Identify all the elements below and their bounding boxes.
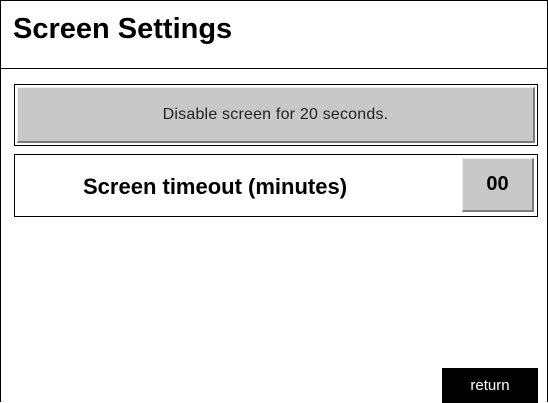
- title-bar: Screen Settings: [1, 1, 547, 69]
- screen-timeout-value-button[interactable]: 00: [462, 158, 534, 212]
- disable-screen-button[interactable]: Disable screen for 20 seconds.: [14, 84, 538, 146]
- disable-screen-button-label: Disable screen for 20 seconds.: [17, 87, 535, 143]
- return-button[interactable]: return: [442, 368, 538, 403]
- screen-timeout-row: Screen timeout (minutes) 00: [14, 154, 538, 217]
- page-title: Screen Settings: [13, 13, 233, 45]
- screen-timeout-label: Screen timeout (minutes): [83, 174, 348, 199]
- screen-settings-panel: Screen Settings Disable screen for 20 se…: [0, 0, 548, 403]
